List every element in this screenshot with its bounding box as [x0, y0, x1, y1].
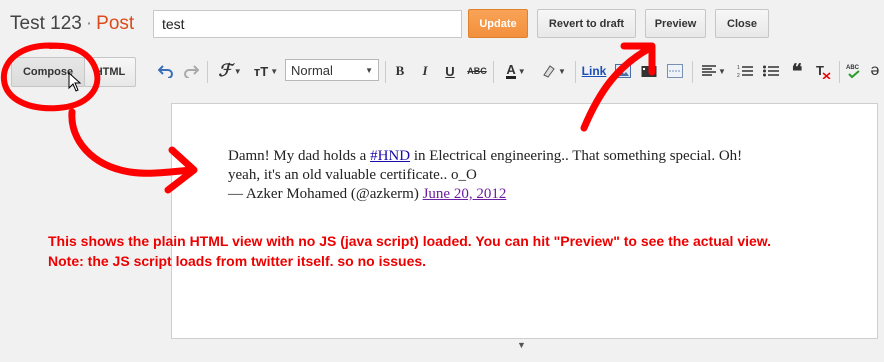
numbered-list-icon[interactable]: 12: [736, 62, 754, 80]
format-select[interactable]: Normal ▼: [285, 59, 379, 81]
strikethrough-icon[interactable]: ABC: [467, 62, 487, 80]
blog-title: Test 123: [10, 13, 82, 34]
svg-text:2: 2: [737, 73, 740, 78]
quote-icon[interactable]: ❝: [788, 61, 806, 83]
font-size-icon[interactable]: тT ▼: [251, 62, 281, 80]
toolbar-divider: [839, 61, 840, 83]
tweet-date-link[interactable]: June 20, 2012: [423, 186, 507, 202]
tweet-text-line-2: yeah, it's an old valuable certificate..…: [228, 167, 477, 183]
svg-text:ABC: ABC: [846, 65, 860, 71]
embedded-tweet: Damn! My dad holds a #HND in Electrical …: [228, 147, 828, 204]
link-button[interactable]: Link: [581, 62, 607, 80]
post-title-input[interactable]: [153, 10, 462, 38]
text-color-icon[interactable]: A ▼: [501, 62, 531, 80]
toolbar-divider: [207, 61, 208, 83]
toolbar-divider: [692, 61, 693, 83]
bold-icon[interactable]: B: [392, 62, 408, 80]
blog-post-title: Test 123 · Post: [10, 13, 134, 35]
svg-text:1: 1: [737, 65, 740, 71]
hashtag-link[interactable]: #HND: [370, 148, 410, 164]
insert-video-icon[interactable]: [640, 62, 658, 80]
mouse-cursor-icon: [68, 72, 82, 92]
bullet-list-icon[interactable]: [762, 62, 780, 80]
align-icon[interactable]: ▼: [699, 62, 729, 80]
spellcheck-icon[interactable]: ABC: [845, 62, 863, 80]
tweet-text-line-1: Damn! My dad holds a #HND in Electrical …: [228, 148, 743, 164]
toolbar-divider: [493, 61, 494, 83]
page-type-label: Post: [96, 13, 135, 34]
preview-button[interactable]: Preview: [645, 9, 706, 38]
toolbar-divider: [385, 61, 386, 83]
insert-image-icon[interactable]: [614, 62, 632, 80]
redo-icon[interactable]: [182, 62, 200, 80]
tweet-attribution: — Azker Mohamed (@azkerm) June 20, 2012: [228, 186, 507, 202]
html-tab[interactable]: HTML: [84, 57, 136, 87]
annotation-note-2: Note: the JS script loads from twitter i…: [48, 253, 427, 269]
highlight-color-icon[interactable]: ▼: [537, 62, 569, 80]
update-button[interactable]: Update: [468, 9, 528, 38]
post-editor[interactable]: [171, 103, 878, 339]
chevron-down-icon: ▼: [365, 65, 373, 75]
remove-formatting-icon[interactable]: T: [814, 62, 832, 80]
revert-to-draft-button[interactable]: Revert to draft: [537, 9, 636, 38]
font-family-icon[interactable]: ℱ ▼: [215, 61, 245, 80]
svg-text:T: T: [816, 63, 824, 78]
toolbar-divider: [575, 61, 576, 83]
input-tools-icon[interactable]: ə: [868, 62, 882, 80]
title-separator: ·: [85, 13, 93, 34]
annotation-note-1: This shows the plain HTML view with no J…: [48, 233, 772, 249]
italic-icon[interactable]: I: [417, 62, 433, 80]
underline-icon[interactable]: U: [442, 62, 458, 80]
close-button[interactable]: Close: [715, 9, 769, 38]
insert-jump-break-icon[interactable]: [666, 62, 684, 80]
format-select-value: Normal: [291, 62, 333, 78]
resize-handle-icon[interactable]: ▼: [517, 340, 526, 350]
undo-icon[interactable]: [157, 62, 175, 80]
